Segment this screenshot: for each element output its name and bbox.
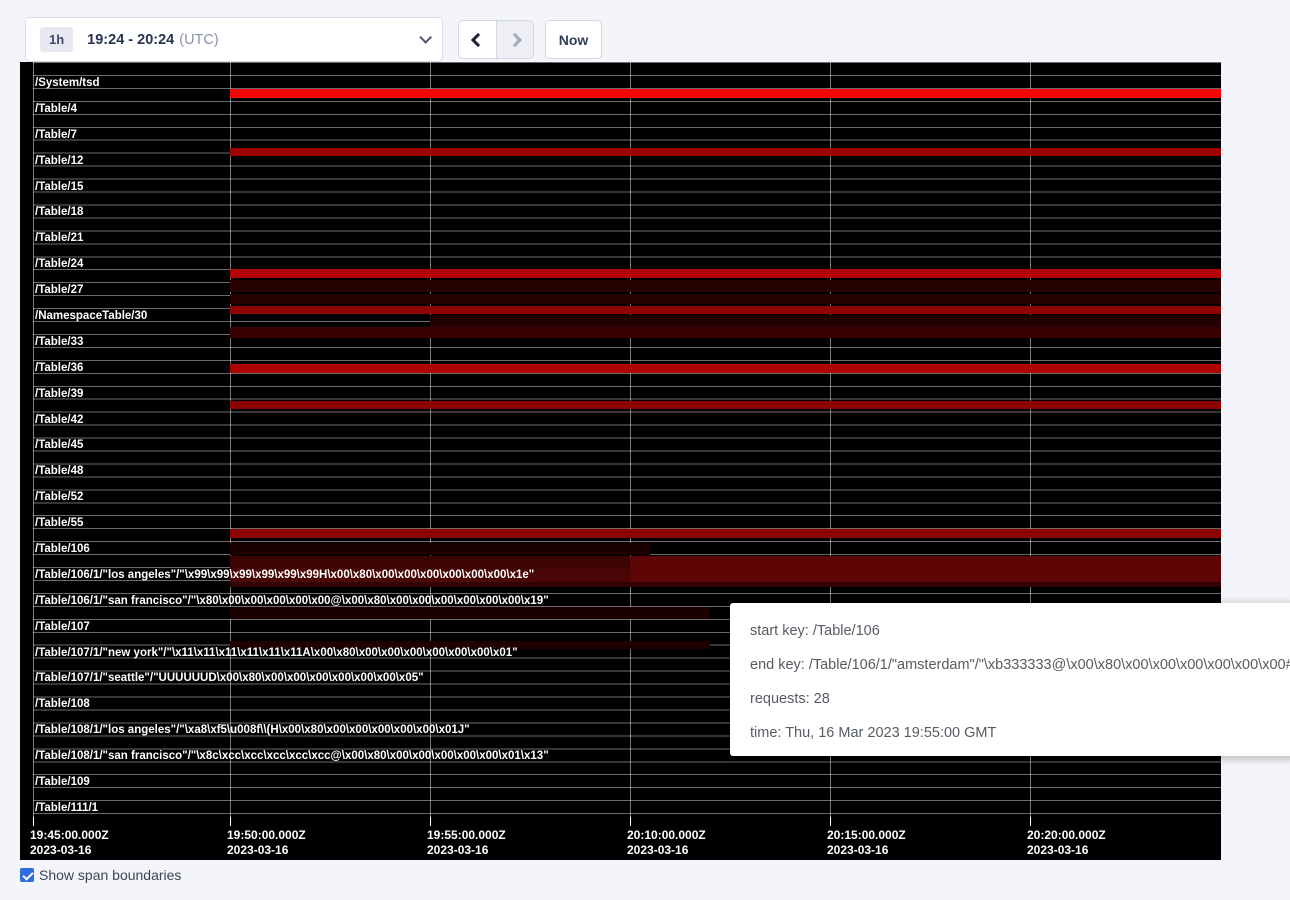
- toolbar: 1h 19:24 - 20:24 (UTC) Now: [0, 0, 1290, 62]
- row-label: /Table/45: [35, 432, 83, 458]
- row-label: /Table/15: [35, 174, 83, 200]
- chevron-right-icon: [508, 32, 522, 46]
- time-nav-group: [458, 20, 534, 59]
- show-span-boundaries-control[interactable]: Show span boundaries: [20, 867, 181, 883]
- gridline: [430, 62, 431, 822]
- row-label: /Table/111/1: [35, 795, 98, 821]
- row-label: /Table/33: [35, 329, 83, 355]
- axis-label: 20:10:00.000Z2023-03-16: [627, 828, 706, 858]
- row-label: /Table/108/1/"san francisco"/"\x8c\xcc\x…: [35, 743, 549, 769]
- axis-time: 19:45:00.000Z: [30, 828, 109, 843]
- row-label: /Table/12: [35, 148, 83, 174]
- time-range-selector[interactable]: 1h 19:24 - 20:24 (UTC): [25, 17, 443, 62]
- row-label: /System/tsd: [35, 70, 100, 96]
- tooltip-requests: requests: 28: [750, 682, 1280, 716]
- row-label: /Table/18: [35, 199, 83, 225]
- heat-band: [230, 269, 1221, 278]
- axis-date: 2023-03-16: [627, 843, 706, 858]
- gridline: [230, 62, 231, 822]
- timezone-text: (UTC): [179, 32, 218, 48]
- time-range-text: 19:24 - 20:24: [87, 32, 174, 48]
- row-label: /Table/42: [35, 407, 83, 433]
- row-label: /Table/108: [35, 691, 90, 717]
- axis-label: 19:55:00.000Z2023-03-16: [427, 828, 506, 858]
- row-label: /Table/106: [35, 536, 90, 562]
- hover-tooltip: start key: /Table/106 end key: /Table/10…: [730, 603, 1290, 756]
- row-label: /Table/39: [35, 381, 83, 407]
- axis-label: 19:50:00.000Z2023-03-16: [227, 828, 306, 858]
- row-label: /Table/36: [35, 355, 83, 381]
- heat-band: [230, 89, 1221, 98]
- row-label: /Table/52: [35, 484, 83, 510]
- row-label: /Table/4: [35, 96, 77, 122]
- row-label: /Table/27: [35, 277, 83, 303]
- heat-band: [230, 280, 1221, 292]
- tooltip-end-key: end key: /Table/106/1/"amsterdam"/"\xb33…: [750, 648, 1280, 682]
- heat-band: [230, 543, 650, 555]
- key-visualizer-canvas[interactable]: /System/tsd/Table/4/Table/7/Table/12/Tab…: [20, 62, 1221, 860]
- row-label: /Table/48: [35, 458, 83, 484]
- row-label: /Table/107/1/"new york"/"\x11\x11\x11\x1…: [35, 640, 518, 666]
- axis-date: 2023-03-16: [227, 843, 306, 858]
- row-label: /Table/21: [35, 225, 83, 251]
- axis-date: 2023-03-16: [827, 843, 906, 858]
- row-label: /Table/108/1/"los angeles"/"\xa8\xf5\u00…: [35, 717, 470, 743]
- axis-label: 20:20:00.000Z2023-03-16: [1027, 828, 1106, 858]
- axis-date: 2023-03-16: [427, 843, 506, 858]
- axis-tick: [830, 817, 831, 826]
- axis-tick: [33, 817, 34, 826]
- heat-band: [230, 401, 1221, 409]
- now-button[interactable]: Now: [545, 20, 602, 59]
- tooltip-time: time: Thu, 16 Mar 2023 19:55:00 GMT: [750, 716, 1280, 750]
- chevron-down-icon: [419, 31, 432, 44]
- tooltip-start-key: start key: /Table/106: [750, 614, 1280, 648]
- axis-tick: [230, 817, 231, 826]
- gridline: [630, 62, 631, 822]
- axis-tick: [430, 817, 431, 826]
- heat-band: [230, 529, 1221, 538]
- duration-badge: 1h: [40, 27, 73, 52]
- prev-time-button[interactable]: [459, 21, 496, 58]
- axis-time: 20:15:00.000Z: [827, 828, 906, 843]
- row-label: /Table/106/1/"san francisco"/"\x80\x00\x…: [35, 588, 549, 614]
- axis-time: 19:50:00.000Z: [227, 828, 306, 843]
- heat-band: [230, 306, 1221, 314]
- axis-label: 20:15:00.000Z2023-03-16: [827, 828, 906, 858]
- chevron-left-icon: [470, 32, 484, 46]
- axis-tick: [630, 817, 631, 826]
- row-label: /Table/109: [35, 769, 90, 795]
- heat-band: [630, 556, 1221, 582]
- axis-time: 19:55:00.000Z: [427, 828, 506, 843]
- row-label: /Table/7: [35, 122, 77, 148]
- axis-date: 2023-03-16: [30, 843, 109, 858]
- axis-label: 19:45:00.000Z2023-03-16: [30, 828, 109, 858]
- gridline: [33, 62, 34, 822]
- heat-band: [230, 294, 1221, 304]
- row-label: /Table/107: [35, 614, 90, 640]
- show-span-boundaries-checkbox[interactable]: [20, 868, 34, 882]
- show-span-boundaries-label: Show span boundaries: [39, 867, 181, 883]
- heat-band: [430, 315, 1221, 327]
- row-label: /Table/24: [35, 251, 83, 277]
- axis-tick: [1030, 817, 1031, 826]
- heat-band: [230, 148, 1221, 156]
- heat-band: [230, 364, 1221, 373]
- row-label: /Table/107/1/"seattle"/"UUUUUUD\x00\x80\…: [35, 665, 424, 691]
- row-label: /NamespaceTable/30: [35, 303, 147, 329]
- row-label: /Table/55: [35, 510, 83, 536]
- heat-band: [230, 327, 1221, 338]
- next-time-button[interactable]: [496, 21, 533, 58]
- axis-date: 2023-03-16: [1027, 843, 1106, 858]
- axis-time: 20:10:00.000Z: [627, 828, 706, 843]
- axis-time: 20:20:00.000Z: [1027, 828, 1106, 843]
- row-label: /Table/106/1/"los angeles"/"\x99\x99\x99…: [35, 562, 534, 588]
